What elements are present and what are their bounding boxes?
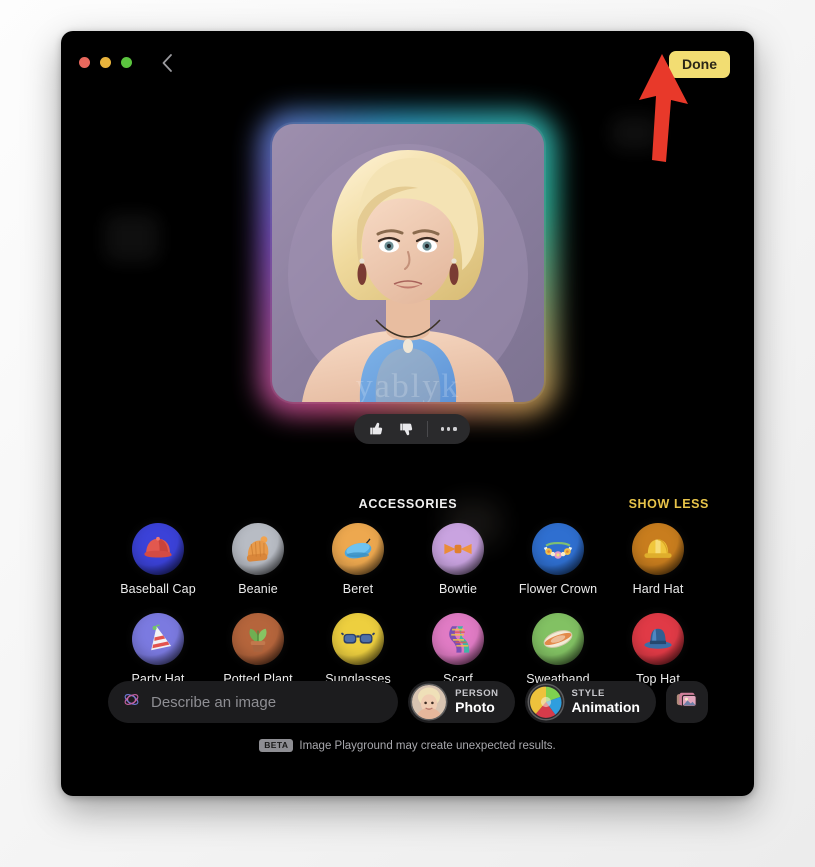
back-button[interactable] [154, 50, 180, 76]
section-title: ACCESSORIES [358, 497, 458, 511]
chevron-left-icon [161, 53, 173, 73]
more-options-icon[interactable] [441, 427, 457, 431]
done-button[interactable]: Done [669, 51, 730, 78]
accessories-header: ACCESSORIES SHOW LESS [108, 497, 709, 515]
zoom-button[interactable] [121, 57, 132, 68]
top-hat-icon [632, 613, 684, 665]
portrait-illustration [272, 124, 544, 402]
window-titlebar: Done [61, 31, 754, 89]
beta-badge: BETA [259, 739, 294, 752]
accessories-grid: Baseball Cap Beanie Beret Bowtie Flower … [108, 523, 708, 686]
accessory-label: Beanie [238, 582, 278, 596]
ghost-thumbnail-right [611, 116, 659, 150]
minimize-button[interactable] [100, 57, 111, 68]
accessory-item-sunglasses[interactable]: Sunglasses [308, 613, 408, 686]
person-chip[interactable]: PERSON Photo [408, 681, 515, 723]
thumbs-down-icon[interactable] [397, 421, 414, 438]
accessory-label: Bowtie [438, 582, 478, 596]
beta-footer: BETA Image Playground may create unexpec… [61, 739, 754, 752]
person-avatar [412, 685, 447, 719]
accessory-label: Hard Hat [632, 582, 684, 596]
describe-input[interactable]: Describe an image [108, 681, 399, 723]
accessory-item-beanie[interactable]: Beanie [208, 523, 308, 596]
page-background: Done yablyk ACCESSORIES SHOW LESS Baseba… [0, 0, 815, 867]
accessory-item-sweatband[interactable]: Sweatband [508, 613, 608, 686]
beta-footer-text: Image Playground may create unexpected r… [299, 739, 556, 752]
style-chip-kicker: STYLE [571, 688, 605, 700]
thumbs-up-icon[interactable] [367, 421, 384, 438]
party-hat-icon [132, 613, 184, 665]
bottom-toolbar: Describe an image PERSON Photo STYLE Ani… [108, 681, 708, 723]
person-chip-value: Photo [455, 698, 495, 715]
style-swatch-icon [528, 685, 563, 719]
image-playground-window: Done yablyk ACCESSORIES SHOW LESS Baseba… [61, 31, 754, 796]
generated-image[interactable]: yablyk [272, 124, 544, 402]
accessory-item-bowtie[interactable]: Bowtie [408, 523, 508, 596]
describe-placeholder: Describe an image [151, 693, 277, 711]
feedback-divider [427, 421, 428, 437]
style-chip-value: Animation [571, 698, 640, 715]
flower-crown-icon [532, 523, 584, 575]
potted-plant-icon [232, 613, 284, 665]
accessory-item-potted-plant[interactable]: Potted Plant [208, 613, 308, 686]
playground-icon [123, 691, 140, 713]
style-chip[interactable]: STYLE Animation [524, 681, 656, 723]
beret-icon [332, 523, 384, 575]
accessory-item-baseball-cap[interactable]: Baseball Cap [108, 523, 208, 596]
feedback-toolbar [354, 414, 470, 444]
accessory-item-hard-hat[interactable]: Hard Hat [608, 523, 708, 596]
accessory-item-flower-crown[interactable]: Flower Crown [508, 523, 608, 596]
sweatband-icon [532, 613, 584, 665]
person-chip-kicker: PERSON [455, 688, 499, 700]
photo-library-button[interactable] [666, 681, 708, 723]
accessory-item-scarf[interactable]: Scarf [408, 613, 508, 686]
show-less-button[interactable]: SHOW LESS [629, 497, 709, 511]
baseball-cap-icon [132, 523, 184, 575]
accessory-label: Flower Crown [518, 582, 598, 596]
accessory-label: Baseball Cap [120, 582, 196, 596]
accessory-item-party-hat[interactable]: Party Hat [108, 613, 208, 686]
accessory-item-top-hat[interactable]: Top Hat [608, 613, 708, 686]
bowtie-icon [432, 523, 484, 575]
close-button[interactable] [79, 57, 90, 68]
scarf-icon [432, 613, 484, 665]
generated-image-container[interactable]: yablyk [259, 111, 557, 415]
sunglasses-icon [332, 613, 384, 665]
accessory-label: Beret [342, 582, 374, 596]
beanie-icon [232, 523, 284, 575]
ghost-thumbnail-left [105, 214, 159, 262]
hard-hat-icon [632, 523, 684, 575]
accessory-item-beret[interactable]: Beret [308, 523, 408, 596]
photo-library-icon [676, 690, 698, 715]
window-controls [79, 57, 132, 68]
